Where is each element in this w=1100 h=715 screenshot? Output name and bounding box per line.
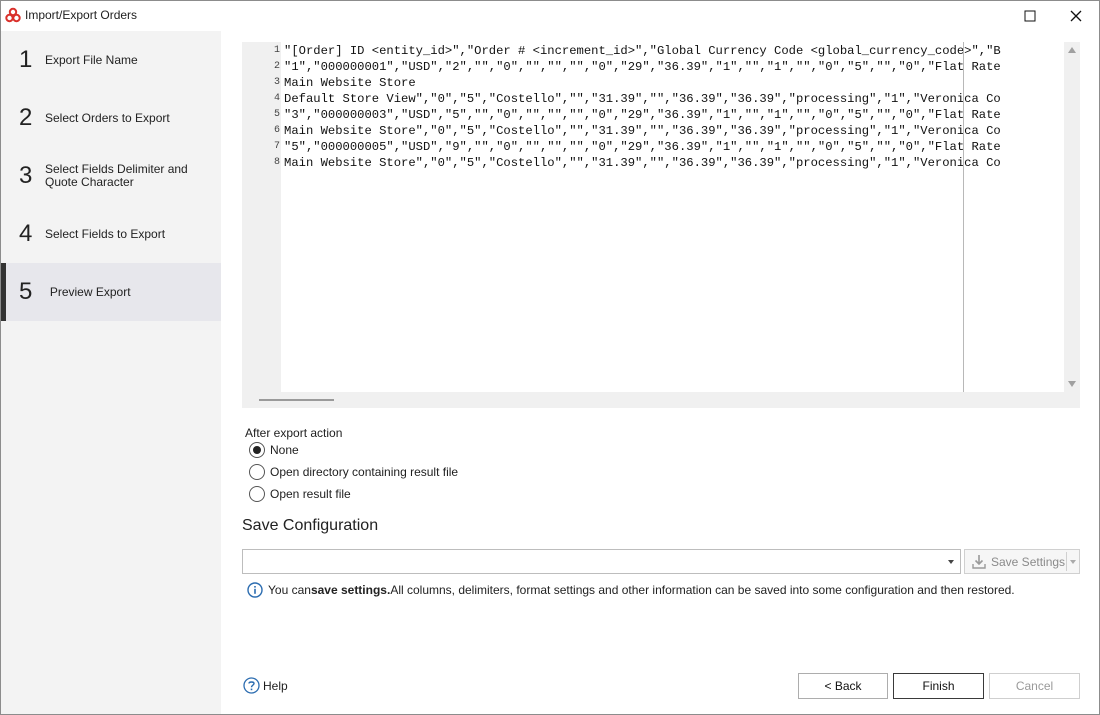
preview-line: Main Website Store xyxy=(284,76,416,90)
finish-button[interactable]: Finish xyxy=(893,673,984,699)
window-title: Import/Export Orders xyxy=(25,8,138,22)
help-icon xyxy=(243,677,260,694)
preview-line: Default Store View","0","5","Costello","… xyxy=(284,92,1001,106)
scroll-up-icon[interactable] xyxy=(1068,47,1076,53)
radio-label: Open directory containing result file xyxy=(270,465,459,479)
app-logo-icon xyxy=(5,7,21,23)
help-link[interactable]: Help xyxy=(243,677,288,694)
preview-line: "[Order] ID <entity_id>","Order # <incre… xyxy=(284,44,1001,58)
line-number: 8 xyxy=(273,157,280,168)
horizontal-scroll-thumb[interactable] xyxy=(259,399,334,401)
preview-line: "3","000000003","USD","5","","0","","","… xyxy=(284,108,1001,122)
step-number: 1 xyxy=(19,46,33,73)
radio-open-directory[interactable]: Open directory containing result file xyxy=(249,463,458,481)
dialog-window: Import/Export Orders 1 Export File Name … xyxy=(0,0,1100,715)
step-preview-export[interactable]: 5 Preview Export xyxy=(1,263,221,321)
chevron-down-icon[interactable] xyxy=(948,560,954,564)
line-number: 4 xyxy=(273,93,280,104)
split-divider xyxy=(1066,552,1067,571)
line-number: 6 xyxy=(273,125,280,136)
configuration-combobox[interactable] xyxy=(242,549,961,574)
step-label: Preview Export xyxy=(49,284,131,299)
radio-label: None xyxy=(270,443,299,457)
preview-text-area[interactable]: "[Order] ID <entity_id>","Order # <incre… xyxy=(281,42,1064,392)
chevron-down-icon[interactable] xyxy=(1070,560,1076,564)
line-number: 3 xyxy=(273,77,280,88)
radio-button[interactable] xyxy=(249,442,265,458)
radio-open-result-file[interactable]: Open result file xyxy=(249,485,351,503)
step-number: 5 xyxy=(19,278,33,305)
export-preview: 1 2 3 4 5 6 7 8 "[Order] ID <entity_id>"… xyxy=(242,42,1080,408)
step-label: Select Fields Delimiter and Quote Charac… xyxy=(45,162,188,189)
radio-none[interactable]: None xyxy=(249,441,299,459)
info-text-rest: All columns, delimiters, format settings… xyxy=(390,583,1015,597)
preview-line: Main Website Store","0","5","Costello","… xyxy=(284,156,1001,170)
preview-line: Main Website Store","0","5","Costello","… xyxy=(284,124,1001,138)
close-icon xyxy=(1070,10,1082,22)
save-settings-label: Save Settings xyxy=(991,554,1066,569)
info-text-prefix: You can xyxy=(268,583,311,597)
line-number: 5 xyxy=(273,109,280,120)
save-settings-button[interactable]: Save Settings xyxy=(964,549,1080,574)
close-button[interactable] xyxy=(1053,1,1099,31)
info-icon xyxy=(247,582,263,598)
scroll-down-icon[interactable] xyxy=(1068,381,1076,387)
step-select-orders[interactable]: 2 Select Orders to Export xyxy=(1,89,221,147)
save-configuration-title: Save Configuration xyxy=(242,517,379,534)
wizard-sidebar: 1 Export File Name 2 Select Orders to Ex… xyxy=(1,31,221,714)
step-number: 2 xyxy=(19,104,33,131)
line-number: 7 xyxy=(273,141,280,152)
line-number: 1 xyxy=(273,45,280,56)
save-settings-info: You can save settings. All columns, deli… xyxy=(247,582,1015,598)
preview-line: "5","000000005","USD","9","","0","","","… xyxy=(284,140,1001,154)
line-number-gutter: 1 2 3 4 5 6 7 8 xyxy=(242,42,281,392)
step-export-file-name[interactable]: 1 Export File Name xyxy=(1,31,221,89)
cancel-button[interactable]: Cancel xyxy=(989,673,1080,699)
horizontal-scrollbar[interactable] xyxy=(242,392,1080,408)
radio-button[interactable] xyxy=(249,486,265,502)
maximize-button[interactable] xyxy=(1007,1,1053,31)
line-number: 2 xyxy=(273,61,280,72)
step-number: 3 xyxy=(19,162,33,189)
step-label: Select Orders to Export xyxy=(45,110,170,125)
back-button[interactable]: < Back xyxy=(798,673,888,699)
info-text-bold: save settings. xyxy=(310,583,391,597)
vertical-scrollbar[interactable] xyxy=(1064,42,1080,392)
title-bar: Import/Export Orders xyxy=(1,1,1099,31)
step-select-delimiter[interactable]: 3 Select Fields Delimiter and Quote Char… xyxy=(1,147,221,205)
radio-label: Open result file xyxy=(270,487,351,501)
step-number: 4 xyxy=(19,220,33,247)
maximize-icon xyxy=(1024,10,1036,22)
after-export-title: After export action xyxy=(245,426,343,440)
step-label: Export File Name xyxy=(45,52,138,67)
step-label: Select Fields to Export xyxy=(45,226,166,241)
preview-line: "1","000000001","USD","2","","0","","","… xyxy=(284,60,1001,74)
step-select-fields[interactable]: 4 Select Fields to Export xyxy=(1,205,221,263)
save-download-icon xyxy=(972,554,986,569)
column-edge-guide xyxy=(963,42,964,392)
radio-button[interactable] xyxy=(249,464,265,480)
help-label: Help xyxy=(263,678,288,693)
